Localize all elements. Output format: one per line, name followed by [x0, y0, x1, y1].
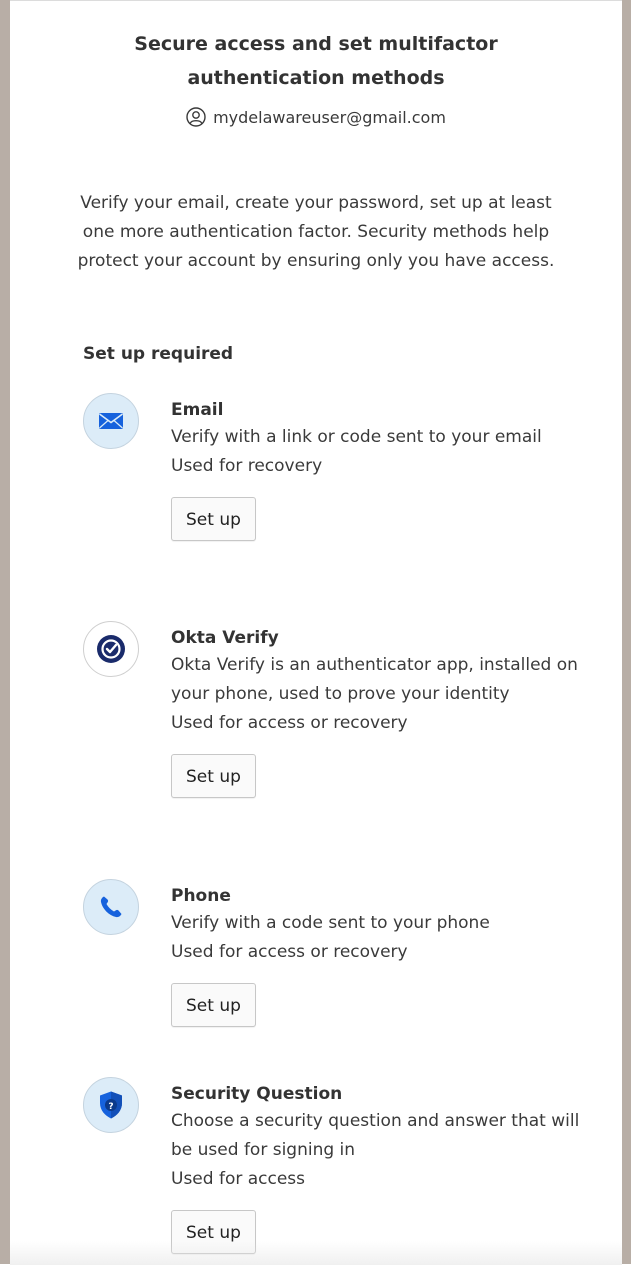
authenticator-name: Security Question: [171, 1084, 343, 1104]
authenticator-usage: Used for access: [171, 1169, 306, 1189]
authenticator-usage: Used for access or recovery: [171, 942, 408, 962]
okta-verify-setup-button[interactable]: Set up: [171, 754, 256, 798]
authenticator-usage: Used for recovery: [171, 456, 323, 476]
scroll-fade: [10, 1241, 622, 1265]
user-icon: [186, 107, 206, 127]
phone-setup-button[interactable]: Set up: [171, 983, 256, 1027]
email-setup-button[interactable]: Set up: [171, 497, 256, 541]
okta-verify-icon: [83, 621, 139, 677]
username: mydelawareuser@gmail.com: [213, 107, 446, 127]
authenticator-name: Phone: [171, 886, 231, 906]
setup-card: Secure access and set multifactor authen…: [10, 0, 622, 1265]
authenticator-description: Verify with a code sent to your phone: [171, 913, 490, 933]
right-background-edge: [622, 0, 631, 1264]
svg-text:?: ?: [108, 1102, 113, 1112]
section-title: Set up required: [83, 344, 234, 364]
envelope-icon: [83, 393, 139, 449]
authenticator-name: Email: [171, 400, 224, 420]
authenticator-description: Verify with a link or code sent to your …: [171, 427, 542, 447]
authenticator-usage: Used for access or recovery: [171, 713, 408, 733]
left-background-edge: [0, 0, 10, 1264]
authenticator-description: Okta Verify is an authenticator app, ins…: [171, 655, 578, 704]
shield-question-icon: ?: [83, 1077, 139, 1133]
authenticator-name: Okta Verify: [171, 628, 279, 648]
authenticator-description: Choose a security question and answer th…: [171, 1111, 580, 1160]
phone-icon: [83, 879, 139, 935]
user-identifier: mydelawareuser@gmail.com: [10, 107, 622, 127]
page-title: Secure access and set multifactor authen…: [134, 33, 498, 89]
header: Secure access and set multifactor authen…: [10, 27, 622, 127]
intro-text: Verify your email, create your password,…: [77, 193, 555, 271]
